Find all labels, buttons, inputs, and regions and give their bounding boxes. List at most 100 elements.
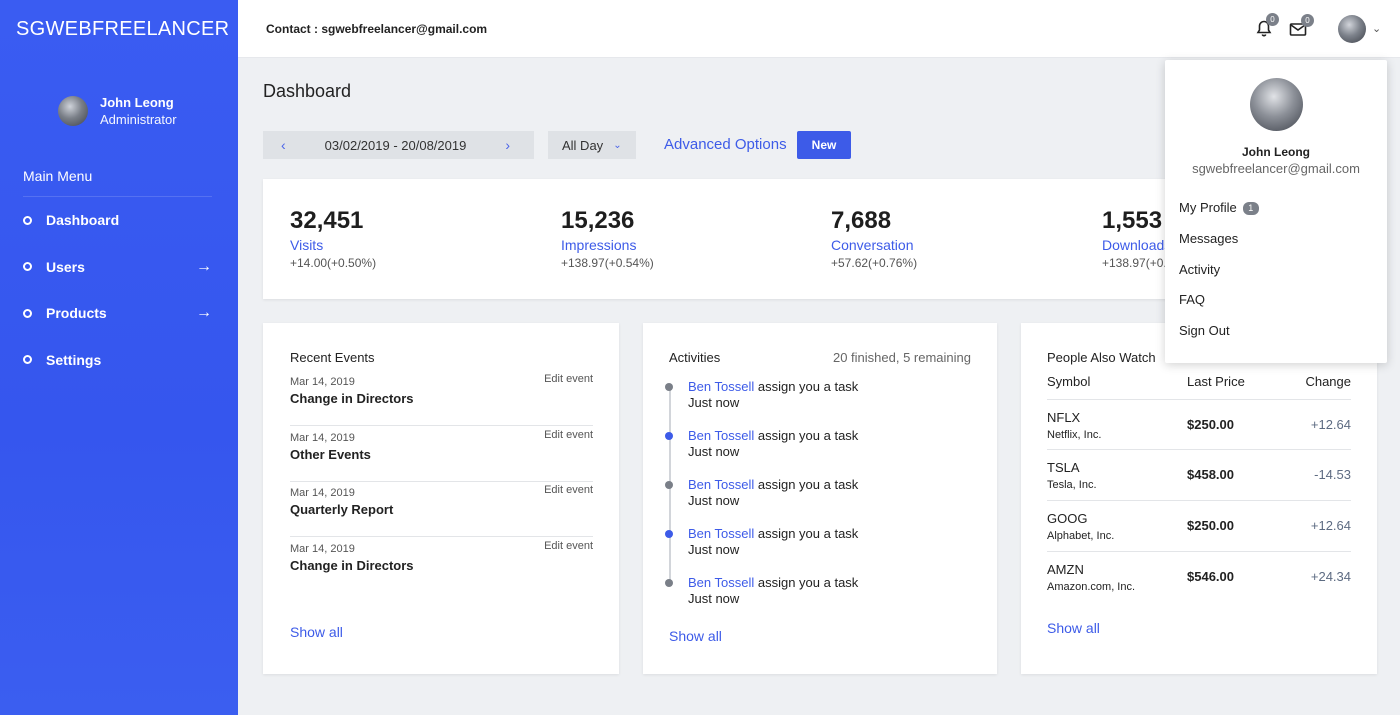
circle-icon	[23, 215, 32, 225]
brand-logo[interactable]: SGWEBFREELANCER	[0, 0, 238, 58]
sidebar-item-label: Users	[46, 258, 85, 275]
table-row[interactable]: GOOG Alphabet, Inc. $250.00 +12.64	[1047, 501, 1351, 552]
menu-item-my-profile[interactable]: My Profile 1	[1179, 200, 1259, 215]
main-menu-title: Main Menu	[23, 168, 212, 197]
price-change: -14.53	[1314, 467, 1351, 482]
show-all-link[interactable]: Show all	[1047, 620, 1100, 636]
stat-delta: +138.97(+0.54%)	[561, 256, 654, 270]
activity-item: Ben Tossell assign you a task Just now	[665, 575, 859, 607]
activity-item: Ben Tossell assign you a task Just now	[665, 526, 858, 558]
profile-name: John Leong	[1242, 145, 1310, 159]
activity-time: Just now	[688, 395, 740, 410]
price-change: +24.34	[1310, 569, 1351, 584]
sidebar: SGWEBFREELANCER John Leong Administrator…	[0, 0, 238, 715]
period-value: All Day	[562, 137, 604, 153]
activity-user-link[interactable]: Ben Tossell	[688, 379, 754, 394]
profile-count-badge: 1	[1242, 202, 1259, 215]
sidebar-item-products[interactable]: Products →	[0, 290, 238, 337]
stat-label[interactable]: Impressions	[561, 237, 654, 253]
edit-event-link[interactable]: Edit event	[544, 540, 593, 552]
last-price: $250.00	[1187, 417, 1234, 432]
profile-avatar	[1250, 78, 1303, 131]
stat-value: 32,451	[290, 207, 364, 234]
timeline-dot-icon	[665, 530, 673, 538]
circle-icon	[23, 262, 32, 272]
menu-item-sign-out[interactable]: Sign Out	[1179, 323, 1230, 338]
last-price: $250.00	[1187, 518, 1234, 533]
stock-symbol: GOOG	[1047, 511, 1088, 526]
activity-time: Just now	[688, 444, 740, 459]
table-row[interactable]: AMZN Amazon.com, Inc. $546.00 +24.34	[1047, 552, 1351, 603]
activity-item: Ben Tossell assign you a task Just now	[665, 379, 858, 411]
chevron-right-icon[interactable]: ›	[505, 137, 510, 153]
stat-delta: +57.62(+0.76%)	[831, 256, 918, 270]
activity-text: assign you a task	[754, 575, 859, 590]
stat-conversation: 7,688 Conversation +57.62(+0.76%)	[831, 207, 917, 270]
last-price: $458.00	[1187, 467, 1234, 482]
sidebar-item-users[interactable]: Users →	[0, 244, 238, 291]
sidebar-user-role: Administrator	[100, 112, 177, 127]
show-all-link[interactable]: Show all	[290, 624, 343, 640]
sidebar-avatar	[58, 96, 88, 126]
advanced-options-link[interactable]: Advanced Options	[664, 136, 787, 153]
chevron-left-icon[interactable]: ‹	[281, 137, 286, 153]
table-row[interactable]: TSLA Tesla, Inc. $458.00 -14.53	[1047, 450, 1351, 501]
activity-user-link[interactable]: Ben Tossell	[688, 477, 754, 492]
list-item: Mar 14, 2019 Edit event Quarterly Report	[290, 481, 593, 537]
edit-event-link[interactable]: Edit event	[544, 484, 593, 496]
list-item: Mar 14, 2019 Edit event Other Events	[290, 426, 593, 482]
bell-icon[interactable]: 0	[1256, 13, 1279, 38]
event-title: Quarterly Report	[290, 502, 394, 517]
sidebar-item-settings[interactable]: Settings	[0, 337, 238, 384]
menu-item-activity[interactable]: Activity	[1179, 262, 1220, 277]
profile-email: sgwebfreelancer@gmail.com	[1192, 161, 1360, 176]
activity-item: Ben Tossell assign you a task Just now	[665, 477, 859, 509]
menu-item-faq[interactable]: FAQ	[1179, 292, 1205, 307]
show-all-link[interactable]: Show all	[669, 628, 722, 644]
period-select[interactable]: All Day ⌄	[548, 131, 636, 159]
sidebar-item-label: Settings	[46, 351, 102, 368]
stat-value: 7,688	[831, 207, 892, 234]
new-button[interactable]: New	[797, 131, 851, 159]
activity-time: Just now	[688, 493, 740, 508]
sidebar-user: John Leong Administrator	[0, 94, 238, 128]
mail-icon[interactable]: 0	[1289, 14, 1314, 37]
table-row[interactable]: NFLX Netflix, Inc. $250.00 +12.64	[1047, 399, 1351, 450]
column-header-change: Change	[1305, 374, 1351, 389]
circle-icon	[23, 355, 32, 365]
card-title: Activities	[669, 350, 721, 365]
stat-label[interactable]: Visits	[290, 237, 376, 253]
stat-label[interactable]: Conversation	[831, 237, 917, 253]
event-title: Change in Directors	[290, 558, 414, 573]
stat-value: 15,236	[561, 207, 635, 234]
date-range-picker[interactable]: ‹ 03/02/2019 - 20/08/2019 ›	[263, 131, 534, 159]
page-title: Dashboard	[263, 81, 352, 101]
event-title: Change in Directors	[290, 391, 414, 406]
event-date: Mar 14, 2019	[290, 376, 355, 388]
column-header-last-price: Last Price	[1187, 374, 1245, 389]
user-avatar[interactable]	[1338, 15, 1366, 43]
activity-user-link[interactable]: Ben Tossell	[688, 428, 754, 443]
timeline-dot-icon	[665, 383, 673, 391]
timeline-dot-icon	[665, 481, 673, 489]
activity-item: Ben Tossell assign you a task Just now	[665, 428, 859, 460]
activity-text: assign you a task	[754, 428, 859, 443]
timeline-dot-icon	[665, 579, 673, 587]
activity-user-link[interactable]: Ben Tossell	[688, 575, 754, 590]
event-date: Mar 14, 2019	[290, 487, 355, 499]
menu-item-messages[interactable]: Messages	[1179, 231, 1238, 246]
topbar: Contact : sgwebfreelancer@gmail.com 0 0 …	[238, 0, 1400, 58]
activity-time: Just now	[688, 542, 740, 557]
sidebar-item-dashboard[interactable]: Dashboard	[0, 197, 238, 244]
activity-user-link[interactable]: Ben Tossell	[688, 526, 754, 541]
stat-delta: +14.00(+0.50%)	[290, 256, 377, 270]
timeline-dot-icon	[665, 432, 673, 440]
stat-visits: 32,451 Visits +14.00(+0.50%)	[290, 207, 376, 270]
edit-event-link[interactable]: Edit event	[544, 373, 593, 385]
edit-event-link[interactable]: Edit event	[544, 429, 593, 441]
activity-text: assign you a task	[754, 477, 859, 492]
circle-icon	[23, 308, 32, 318]
arrow-right-icon: →	[196, 304, 212, 322]
chevron-down-icon[interactable]: ⌄	[1372, 22, 1381, 35]
people-also-watch-card: People Also Watch Symbol Last Price Chan…	[1021, 323, 1377, 674]
